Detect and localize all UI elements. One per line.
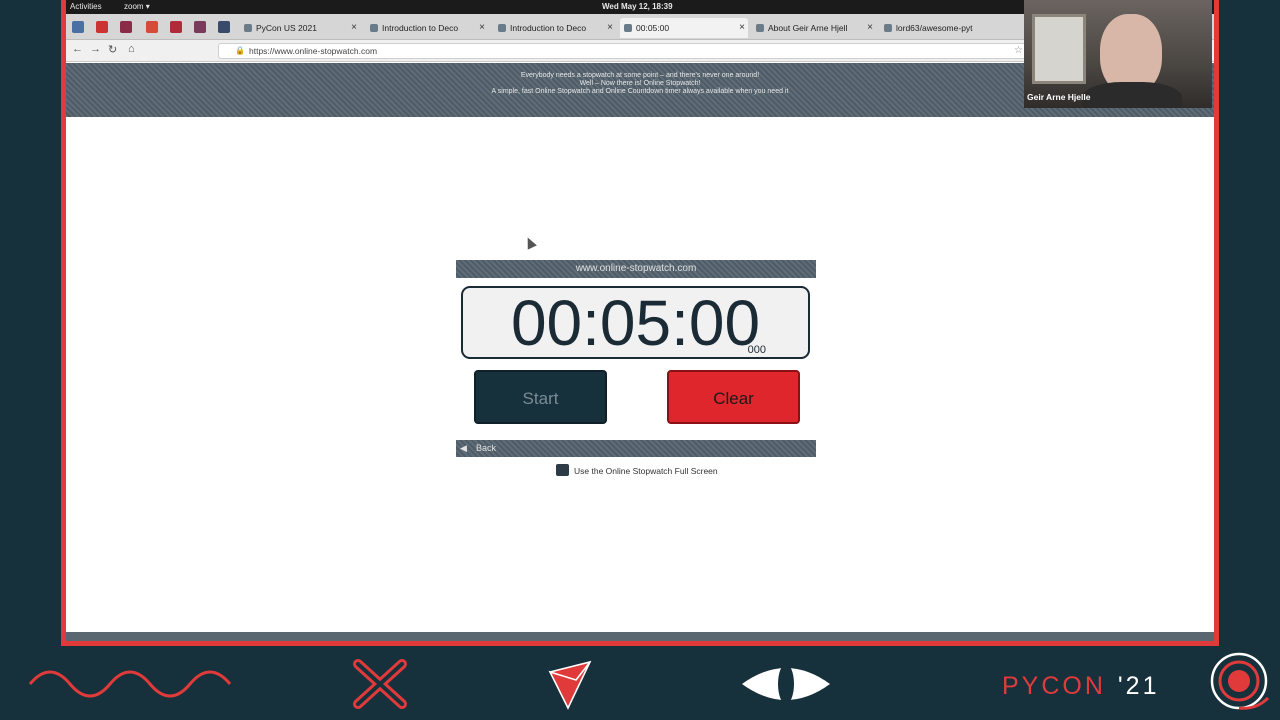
speaker-body	[1082, 82, 1182, 108]
back-arrow-icon: ◀	[460, 443, 467, 453]
close-tab-icon[interactable]: ×	[867, 22, 873, 33]
tab-label: lord63/awesome-pyt	[896, 23, 973, 33]
fullscreen-link[interactable]: Use the Online Stopwatch Full Screen	[556, 464, 718, 476]
pinned-tab-icon[interactable]	[146, 21, 158, 33]
clear-button[interactable]: Clear	[667, 370, 800, 424]
pinned-tab-icon[interactable]	[170, 21, 182, 33]
tab-awesome-python[interactable]: lord63/awesome-pyt	[880, 18, 1006, 38]
wave-icon	[28, 670, 232, 698]
tab-introduction-1[interactable]: Introduction to Deco ×	[366, 18, 488, 38]
pinned-tab-icon[interactable]	[218, 21, 230, 33]
webcam-background-window	[1032, 14, 1086, 84]
pycon-favicon-icon	[244, 24, 252, 32]
stopwatch-favicon-icon	[624, 24, 632, 32]
pinned-tab-icon[interactable]	[96, 21, 108, 33]
back-link[interactable]: ◀ Back	[456, 440, 816, 457]
back-icon[interactable]: ←	[72, 43, 83, 55]
pinned-tab-icon[interactable]	[120, 21, 132, 33]
page-favicon-icon	[498, 24, 506, 32]
address-bar[interactable]: 🔒 https://www.online-stopwatch.com ☆	[218, 43, 1030, 59]
tab-pycon[interactable]: PyCon US 2021 ×	[240, 18, 360, 38]
stopwatch-display: 00:05:00 000	[461, 286, 810, 359]
close-tab-icon[interactable]: ×	[607, 22, 613, 33]
home-icon[interactable]: ⌂	[128, 43, 135, 55]
back-label: Back	[476, 443, 497, 453]
triangle-icon	[548, 660, 592, 710]
stopwatch-milliseconds: 000	[747, 344, 766, 356]
tab-label: Introduction to Deco	[382, 23, 459, 33]
pycon-text: PYCON	[1002, 672, 1106, 700]
tab-about-geir[interactable]: About Geir Arne Hjell ×	[752, 18, 876, 38]
tab-stopwatch[interactable]: 00:05:00 ×	[620, 18, 748, 38]
forward-icon[interactable]: →	[90, 43, 101, 55]
page-favicon-icon	[370, 24, 378, 32]
close-tab-icon[interactable]: ×	[351, 22, 357, 33]
page-favicon-icon	[756, 24, 764, 32]
github-favicon-icon	[884, 24, 892, 32]
tab-label: 00:05:00	[636, 23, 670, 33]
pycon-wordmark: PYCON '21	[1002, 672, 1160, 701]
close-tab-icon[interactable]: ×	[479, 22, 485, 33]
pinned-tab-icon[interactable]	[72, 21, 84, 33]
cross-icon	[353, 659, 407, 709]
app-menu[interactable]: zoom ▾	[124, 2, 150, 11]
url-text: https://www.online-stopwatch.com	[249, 46, 378, 56]
fullscreen-label: Use the Online Stopwatch Full Screen	[574, 466, 718, 476]
activities-button[interactable]: Activities	[70, 2, 102, 11]
bottom-scroll-strip	[66, 632, 1214, 641]
bookmark-star-icon[interactable]: ☆	[1014, 45, 1023, 56]
close-tab-icon[interactable]: ×	[739, 22, 745, 33]
pinned-tab-icon[interactable]	[194, 21, 206, 33]
reload-icon[interactable]: ↻	[108, 43, 117, 56]
tab-label: PyCon US 2021	[256, 23, 317, 33]
tab-label: Introduction to Deco	[510, 23, 587, 33]
start-button[interactable]: Start	[474, 370, 607, 424]
speaker-webcam: Geir Arne Hjelle	[1024, 0, 1212, 108]
speaker-name: Geir Arne Hjelle	[1027, 92, 1091, 102]
tab-introduction-2[interactable]: Introduction to Deco ×	[494, 18, 616, 38]
fullscreen-icon	[556, 464, 569, 476]
mouse-cursor-icon	[523, 235, 537, 250]
pycon-year: '21	[1117, 672, 1160, 700]
target-icon	[1210, 652, 1270, 710]
eye-icon	[742, 664, 830, 704]
tab-label: About Geir Arne Hjell	[768, 23, 848, 33]
lock-icon: 🔒	[235, 46, 245, 55]
stopwatch-title-bar: www.online-stopwatch.com	[456, 260, 816, 278]
clock[interactable]: Wed May 12, 18:39	[602, 2, 673, 11]
